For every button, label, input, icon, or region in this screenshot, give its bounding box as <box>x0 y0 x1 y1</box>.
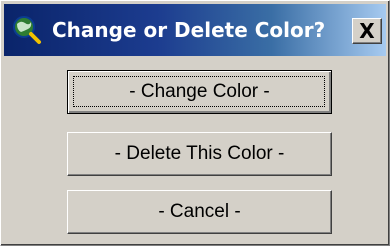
change-color-label: - Change Color - <box>129 81 270 102</box>
cancel-button[interactable]: - Cancel - <box>67 190 332 234</box>
title-bar[interactable]: Change or Delete Color? X <box>4 4 386 56</box>
close-icon: X <box>359 19 375 43</box>
delete-color-button[interactable]: - Delete This Color - <box>67 132 332 176</box>
change-color-button[interactable]: - Change Color - <box>67 70 332 114</box>
globe-magnifier-icon <box>13 16 41 44</box>
delete-color-label: - Delete This Color - <box>114 143 285 164</box>
cancel-label: - Cancel - <box>158 201 241 222</box>
dialog-window: Change or Delete Color? X - Change Color… <box>0 0 390 246</box>
window-title: Change or Delete Color? <box>52 18 326 42</box>
close-button[interactable]: X <box>352 18 382 44</box>
